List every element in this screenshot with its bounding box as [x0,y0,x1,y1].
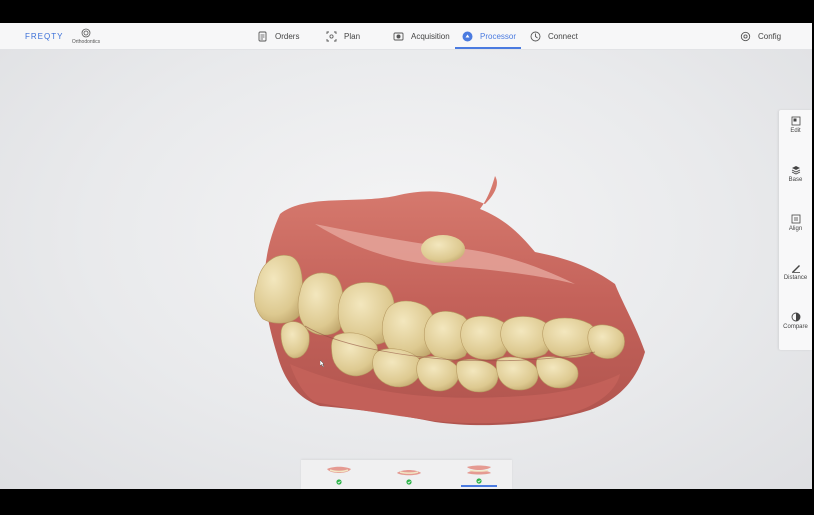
right-tool-panel: Edit Base Align Distance Compare [779,110,812,350]
tool-label: Edit [790,128,801,134]
tool-base[interactable]: Base [779,159,812,199]
align-icon [791,214,800,224]
thumbnail-lower-jaw[interactable] [389,462,429,487]
nav-acquisition[interactable]: Acquisition [393,23,450,49]
gear-icon [740,31,751,41]
nav-label: Acquisition [411,31,450,41]
thumbnail-bite[interactable] [459,462,499,487]
tool-align[interactable]: Align [779,208,812,248]
nav-connect[interactable]: Connect [530,23,578,49]
screen: FREQTY Orthodontics Orders Plan Acquisit… [0,0,814,515]
tool-edit[interactable]: Edit [779,110,812,150]
connect-icon [530,31,541,41]
upper-jaw-thumbnail-icon [327,466,351,485]
mouse-cursor [320,360,324,367]
nav-config[interactable]: Config [740,23,781,49]
nav-label: Config [758,31,782,41]
nav-label: Processor [480,31,517,41]
edit-icon [791,116,800,126]
bite-thumbnail-icon [467,465,491,484]
tool-label: Base [788,177,803,183]
orders-icon [258,31,267,41]
plan-icon [326,31,337,41]
tool-label: Align [788,226,803,232]
nav-processor[interactable]: Processor [462,23,516,49]
compare-icon [791,312,800,322]
nav-label: Connect [548,31,578,41]
nav-label: Orders [275,31,300,41]
dental-scan-model[interactable] [245,174,650,429]
nav-label: Plan [344,31,361,41]
scan-thumbnail-strip [301,460,512,489]
tooth-module-icon [81,28,91,38]
nav-plan[interactable]: Plan [326,23,360,49]
base-icon [791,166,800,175]
lower-jaw-thumbnail-icon [397,470,421,485]
acquisition-icon [393,32,404,40]
tool-compare[interactable]: Compare [779,306,812,346]
tool-label: Compare [783,324,808,330]
app-window: FREQTY Orthodontics Orders Plan Acquisit… [0,23,812,489]
3d-viewport[interactable] [0,50,812,489]
tool-label: Distance [783,275,808,281]
brand-logo: FREQTY [25,32,64,41]
top-navigation-bar: FREQTY Orthodontics Orders Plan Acquisit… [0,23,812,50]
distance-icon [791,265,800,273]
active-tab-indicator [455,47,521,49]
processor-icon [462,31,473,41]
thumbnail-upper-jaw[interactable] [319,462,359,487]
module-label: Orthodontics [71,39,101,45]
nav-orders[interactable]: Orders [257,23,299,49]
module-selector[interactable]: Orthodontics [66,28,106,45]
tool-distance[interactable]: Distance [779,257,812,297]
